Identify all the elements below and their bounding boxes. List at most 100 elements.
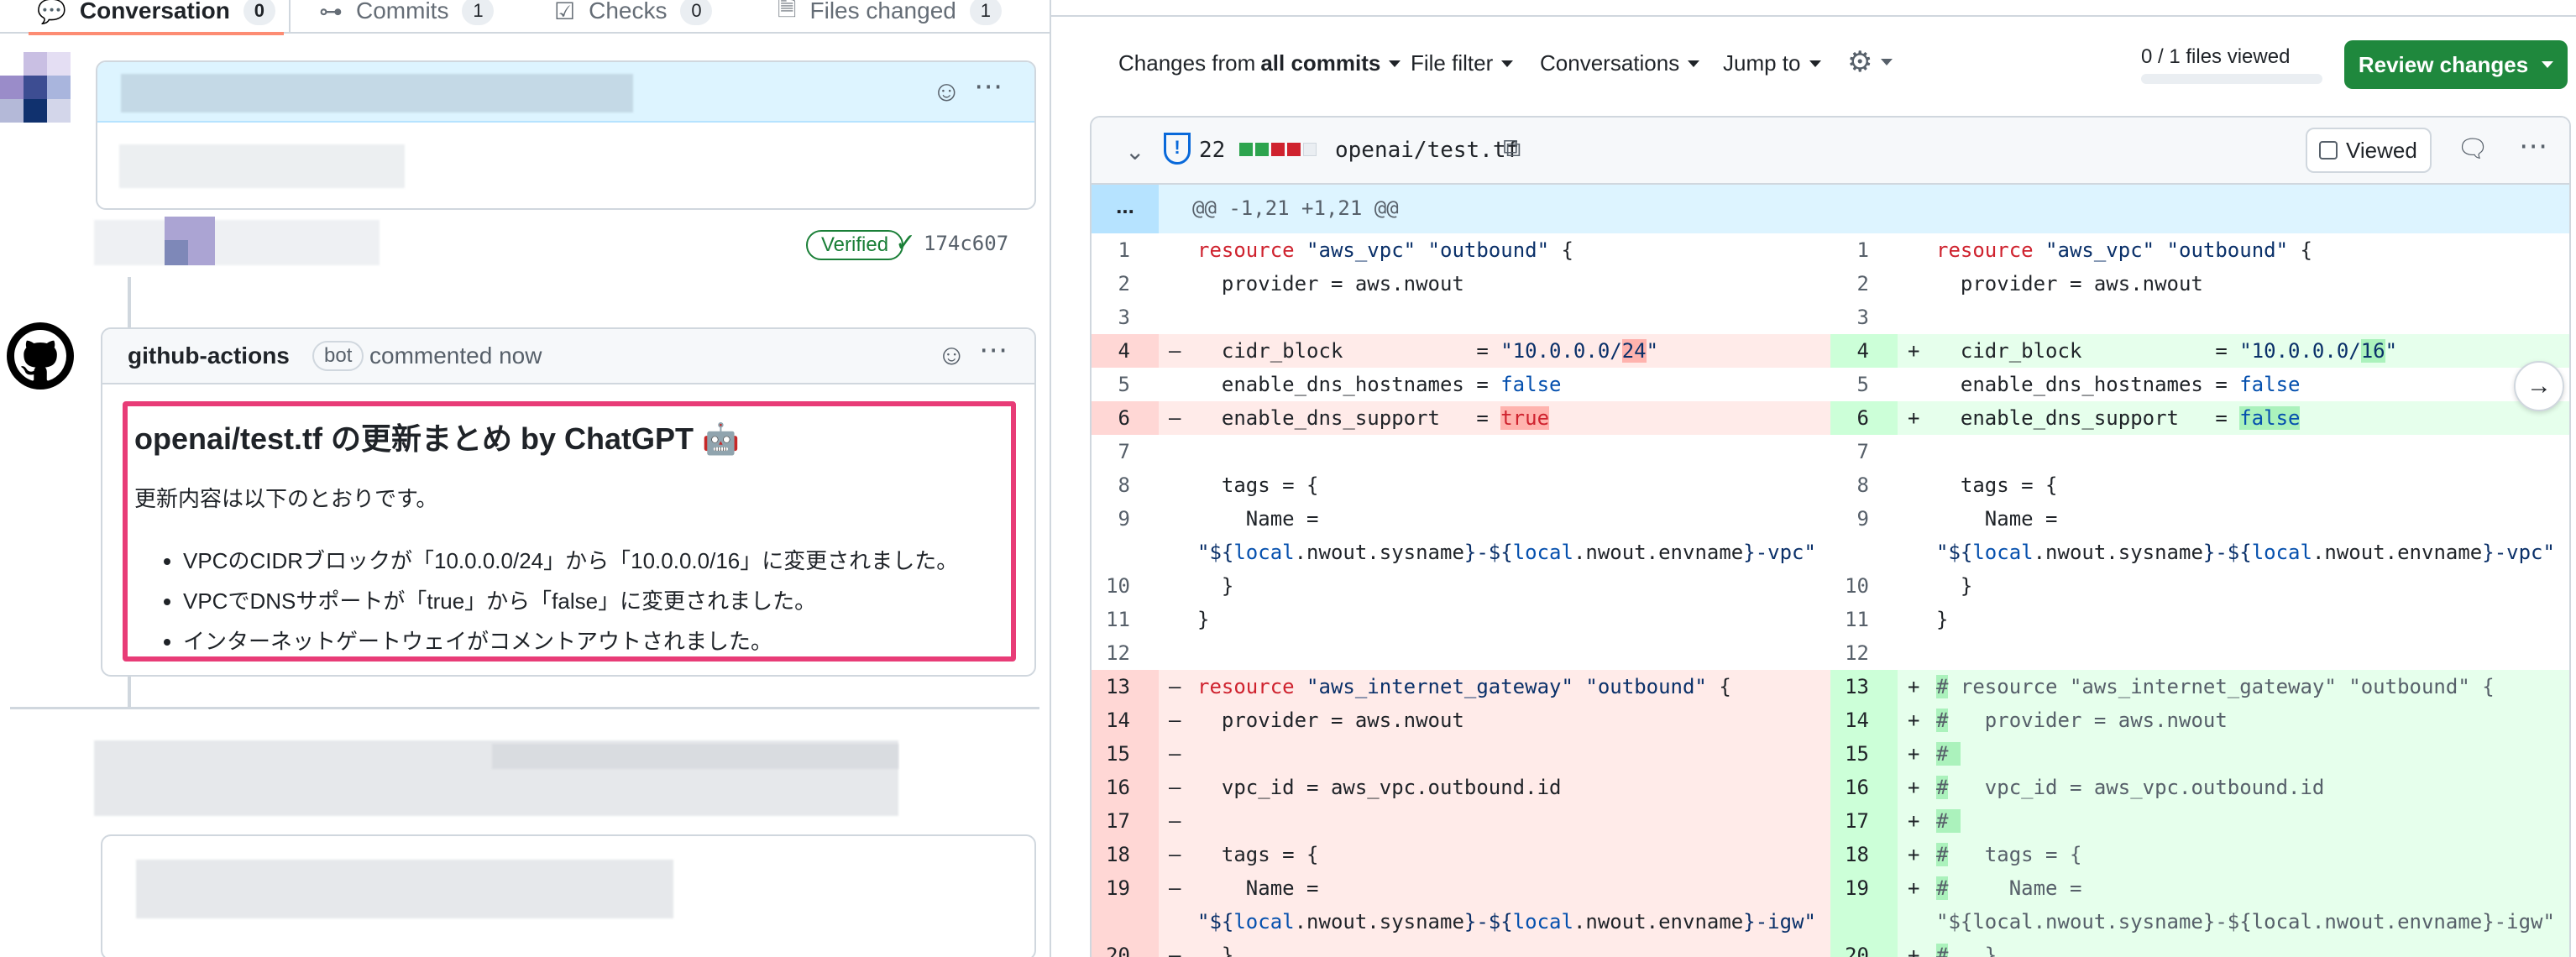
speech-bubble-icon: 💬: [37, 0, 66, 24]
timeline-line: [128, 677, 131, 709]
viewed-label: Viewed: [2346, 137, 2417, 163]
more-icon[interactable]: ⋯: [974, 72, 1003, 101]
list-item: VPCのCIDRブロックが「10.0.0.0/24」から「10.0.0.0/16…: [183, 541, 958, 581]
diffstat-bar: [1239, 143, 1317, 156]
diff-row: 17– 17 + #: [1092, 804, 2569, 838]
comment-author[interactable]: github-actions: [128, 343, 290, 369]
diffstat-add-block: [1239, 143, 1253, 156]
chevron-down-icon: [1389, 60, 1401, 67]
file-diff: ⌄ ! 22 openai/test.tf ⧉ Viewed 🗨 ⋯ ... @…: [1090, 116, 2571, 957]
files-changed-panel: Changes from all commits File filter Con…: [1050, 0, 2576, 957]
diff-row: 2 provider = aws.nwout 2 provider = aws.…: [1118, 272, 2203, 295]
arrow-right-icon[interactable]: →: [2514, 361, 2564, 411]
comment-body-highlight: openai/test.tf の更新まとめ by ChatGPT 🤖 更新内容は…: [123, 401, 1016, 662]
comment-title: openai/test.tf の更新まとめ by ChatGPT 🤖: [134, 421, 740, 456]
verified-badge[interactable]: Verified: [806, 230, 904, 260]
list-item: インターネットゲートウェイがコメントアウトされました。: [183, 621, 958, 662]
diff-row: 9 Name = 9 Name =: [1118, 507, 2058, 531]
smiley-icon[interactable]: ☺: [932, 77, 961, 106]
chevron-down-icon: [1809, 60, 1821, 67]
expand-hunk-button[interactable]: ...: [1092, 185, 1159, 233]
jump-to-label: Jump to: [1723, 50, 1801, 76]
viewed-checkbox[interactable]: Viewed: [2306, 128, 2432, 173]
jump-to-dropdown[interactable]: Jump to: [1723, 50, 1821, 76]
redacted-commit: [94, 220, 380, 265]
conversations-dropdown[interactable]: Conversations: [1540, 50, 1700, 76]
commit-avatar-part: [165, 240, 188, 265]
tab-label: Conversation: [79, 0, 230, 24]
comment-icon[interactable]: 🗨: [2457, 134, 2489, 164]
commit-hash-link[interactable]: 174c607: [924, 232, 1008, 255]
comment-change-list: VPCのCIDRブロックが「10.0.0.0/24」から「10.0.0.0/16…: [171, 541, 958, 662]
redacted-text: [119, 144, 405, 188]
settings-dropdown[interactable]: ⚙: [1847, 45, 1893, 79]
check-icon[interactable]: ✓: [895, 228, 916, 258]
commit-icon: ⊶: [319, 0, 343, 24]
hunk-header: ... @@ -1,21 +1,21 @@: [1092, 185, 2569, 233]
pr-tabs: 💬 Conversation 0 ⊶ Commits 1 ☑ Checks 0 …: [0, 0, 1050, 35]
redacted-text: [492, 744, 898, 769]
github-octocat-icon: [14, 330, 66, 381]
more-icon[interactable]: ⋯: [2519, 129, 2547, 163]
smiley-icon[interactable]: ☺: [937, 341, 966, 369]
diff-row: "${local.nwout.sysname}-${local.nwout.en…: [1092, 905, 2569, 939]
files-viewed-count: 0 / 1 files viewed: [2141, 45, 2291, 68]
top-tab-strip: [1051, 0, 2576, 17]
diffstat-neutral-block: [1303, 143, 1317, 156]
tab-divider: [289, 0, 291, 34]
diffstat-del-block: [1271, 143, 1285, 156]
file-diff-icon: 🗎: [778, 0, 797, 21]
tab-commits[interactable]: ⊶ Commits 1: [319, 0, 495, 34]
list-item: VPCでDNSサポートが「true」から「false」に変更されました。: [183, 581, 958, 621]
diff-row: 14– provider = aws.nwout 14 + # provider =…: [1092, 703, 2569, 737]
file-filter-dropdown[interactable]: File filter: [1411, 50, 1514, 76]
tab-count: 0: [680, 0, 713, 25]
tab-checks[interactable]: ☑ Checks 0: [554, 0, 713, 34]
diff-row: 7 7: [1118, 440, 1869, 463]
chevron-down-icon[interactable]: ⌄: [1125, 138, 1144, 165]
chevron-down-icon: [1501, 60, 1514, 67]
diff-row: 11} 11}: [1106, 608, 1949, 631]
tab-conversation[interactable]: 💬 Conversation 0: [29, 0, 284, 35]
review-changes-button[interactable]: Review changes: [2344, 40, 2568, 89]
redacted-comment: ☺ ⋯: [96, 60, 1036, 210]
file-name-link[interactable]: openai/test.tf: [1335, 138, 1519, 163]
divider: [10, 707, 1039, 709]
changes-from-dropdown[interactable]: Changes from all commits: [1118, 50, 1401, 76]
tab-label: Files changed: [809, 0, 956, 24]
checks-icon: ☑: [554, 0, 576, 24]
avatar[interactable]: [0, 52, 71, 123]
file-header: ⌄ ! 22 openai/test.tf ⧉ Viewed 🗨 ⋯: [1092, 118, 2569, 185]
tab-count: 1: [969, 0, 1002, 25]
conversations-label: Conversations: [1540, 50, 1680, 76]
diff-row: "${local.nwout.sysname}-${local.nwout.en…: [1197, 541, 2555, 564]
tab-files-changed[interactable]: 🗎 Files changed 1: [778, 0, 1002, 34]
diff-row: 18– tags = { 18 + # tags = {: [1092, 838, 2569, 871]
copy-icon[interactable]: ⧉: [1503, 134, 1521, 163]
diff-row: 20– } 20 + # }: [1092, 939, 2569, 957]
diff-row: 12 12: [1106, 641, 1869, 665]
gear-icon: ⚙: [1847, 46, 1873, 78]
diffstat-del-block: [1287, 143, 1301, 156]
more-icon[interactable]: ⋯: [979, 336, 1008, 364]
conversation-panel: 💬 Conversation 0 ⊶ Commits 1 ☑ Checks 0 …: [0, 0, 1050, 957]
diff-row: 13– resource "aws_internet_gateway" "outb…: [1092, 670, 2569, 703]
tab-label: Commits: [356, 0, 449, 24]
comment-timestamp[interactable]: commented now: [369, 343, 542, 369]
diff-row: 3 3: [1118, 306, 1869, 329]
chevron-down-icon: [1881, 59, 1893, 65]
shield-icon[interactable]: !: [1164, 133, 1191, 165]
diff-row: 6– enable_dns_support = true 6 + enable_d…: [1092, 401, 2569, 435]
diff-row: 16– vpc_id = aws_vpc.outbound.id 16 + # vp…: [1092, 771, 2569, 804]
redacted-text: [121, 74, 633, 112]
tab-count: 0: [243, 0, 275, 25]
diff-row: 4– cidr_block = "10.0.0.0/24" 4 + cidr_bl…: [1092, 334, 2569, 368]
changes-from-value: all commits: [1260, 50, 1381, 76]
chevron-down-icon: [2542, 61, 2554, 68]
checkbox-icon: [2319, 141, 2338, 160]
comment-header: github-actions bot commented now ☺ ⋯: [102, 329, 1034, 384]
diff-row: 19– Name = 19 + # Name =: [1092, 871, 2569, 905]
chevron-down-icon: [1688, 60, 1700, 67]
avatar[interactable]: [7, 322, 74, 390]
change-count: 22: [1199, 138, 1226, 163]
